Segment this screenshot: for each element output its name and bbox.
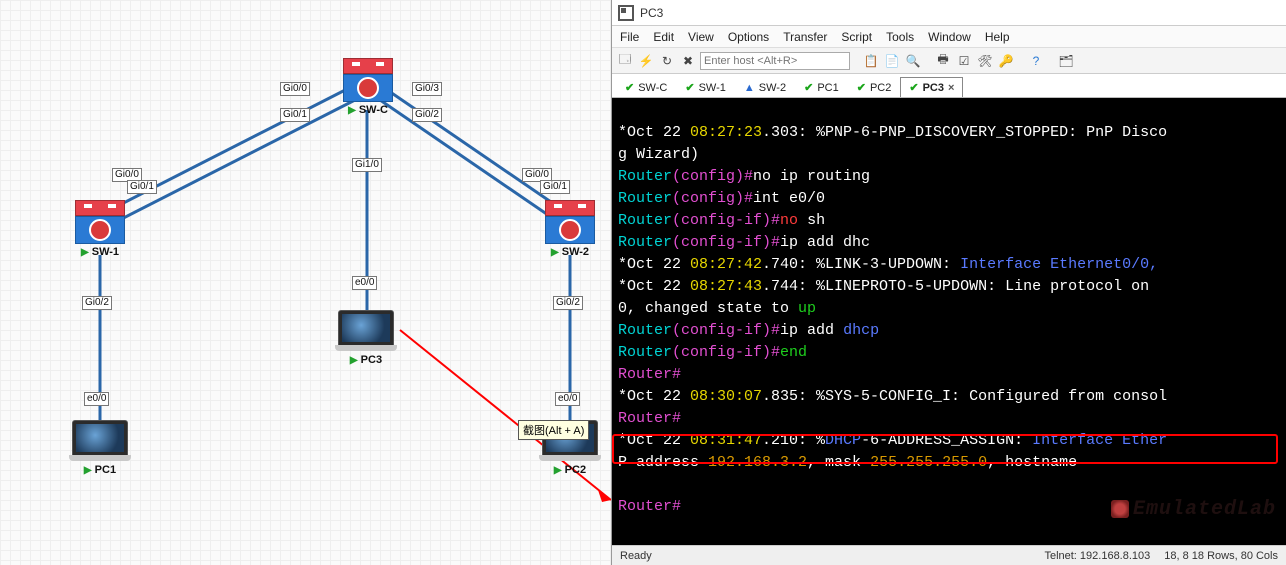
securecrt-window: PC3 File Edit View Options Transfer Scri… (612, 0, 1286, 565)
tab-pc3[interactable]: ✔PC3 × (900, 77, 963, 97)
node-label: PC1 (95, 464, 116, 476)
status-warn-icon: ▲ (744, 82, 755, 94)
help-icon[interactable]: ? (1027, 52, 1045, 70)
disconnect-icon[interactable]: ✖ (679, 52, 697, 70)
iface-label: Gi0/1 (280, 108, 310, 122)
iface-label: Gi0/0 (280, 82, 310, 96)
node-label: SW-1 (92, 246, 119, 258)
iface-label: Gi0/3 (412, 82, 442, 96)
status-ready: Ready (620, 550, 652, 562)
menu-help[interactable]: Help (985, 30, 1010, 44)
print-icon[interactable]: 🖶 (934, 52, 952, 70)
topology-canvas[interactable]: ▶ SW-C ▶ SW-1 ▶ SW-2 ▶ PC3 ▶ PC1 ▶ PC2 G… (0, 0, 612, 565)
iface-label: Gi0/1 (127, 180, 157, 194)
tab-pc1[interactable]: ✔PC1 (795, 77, 848, 97)
tab-sw-2[interactable]: ▲SW-2 (735, 78, 795, 97)
node-sw-c[interactable]: ▶ SW-C (340, 58, 396, 116)
iface-label: e0/0 (84, 392, 109, 406)
screenshot-tooltip: 截图(Alt + A) (518, 420, 589, 440)
iface-label: e0/0 (352, 276, 377, 290)
key-icon[interactable]: 🔑 (997, 52, 1015, 70)
node-pc1[interactable]: ▶ PC1 (72, 420, 128, 476)
menubar[interactable]: File Edit View Options Transfer Script T… (612, 26, 1286, 48)
node-sw-2[interactable]: ▶ SW-2 (542, 200, 598, 258)
status-connection: Telnet: 192.168.8.103 (1044, 550, 1150, 562)
watermark: EmulatedLab (1111, 499, 1276, 521)
toolbar: 🗔 ⚡ ↻ ✖ 📋 📄 🔍 🖶 ☑ 🛠 🔑 ? 🗂 (612, 48, 1286, 74)
menu-view[interactable]: View (688, 30, 714, 44)
tabbar: ✔SW-C ✔SW-1 ▲SW-2 ✔PC1 ✔PC2 ✔PC3 × (612, 74, 1286, 98)
status-ok-icon: ✔ (625, 81, 634, 94)
quick-connect-icon[interactable]: ⚡ (637, 52, 655, 70)
host-input[interactable] (700, 52, 850, 70)
window-title: PC3 (640, 6, 663, 20)
tab-pc2[interactable]: ✔PC2 (848, 77, 901, 97)
menu-options[interactable]: Options (728, 30, 769, 44)
node-label: PC3 (361, 354, 382, 366)
paste-icon[interactable]: 📄 (883, 52, 901, 70)
iface-label: e0/0 (555, 392, 580, 406)
window-titlebar[interactable]: PC3 (612, 0, 1286, 26)
iface-label: Gi1/0 (352, 158, 382, 172)
connect-icon[interactable]: 🗔 (616, 52, 634, 70)
status-position: 18, 8 18 Rows, 80 Cols (1164, 550, 1278, 562)
statusbar: Ready Telnet: 192.168.8.103 18, 8 18 Row… (612, 545, 1286, 565)
find-icon[interactable]: 🔍 (904, 52, 922, 70)
node-pc3[interactable]: ▶ PC3 (338, 310, 394, 366)
terminal[interactable]: *Oct 22 08:27:23.303: %PNP-6-PNP_DISCOVE… (612, 98, 1286, 545)
options-icon[interactable]: ☑ (955, 52, 973, 70)
status-ok-icon: ✔ (804, 81, 813, 94)
app-icon (618, 5, 634, 21)
menu-file[interactable]: File (620, 30, 639, 44)
status-ok-icon: ✔ (685, 81, 694, 94)
node-label: SW-2 (562, 246, 589, 258)
session-icon[interactable]: 🗂 (1057, 52, 1075, 70)
tools-icon[interactable]: 🛠 (976, 52, 994, 70)
menu-script[interactable]: Script (841, 30, 872, 44)
tab-sw-c[interactable]: ✔SW-C (616, 77, 676, 97)
menu-window[interactable]: Window (928, 30, 971, 44)
menu-tools[interactable]: Tools (886, 30, 914, 44)
node-sw-1[interactable]: ▶ SW-1 (72, 200, 128, 258)
iface-label: Gi0/1 (540, 180, 570, 194)
tab-sw-1[interactable]: ✔SW-1 (676, 77, 735, 97)
node-label: PC2 (565, 464, 586, 476)
status-ok-icon: ✔ (857, 81, 866, 94)
close-icon[interactable]: × (948, 82, 954, 94)
reconnect-icon[interactable]: ↻ (658, 52, 676, 70)
iface-label: Gi0/2 (412, 108, 442, 122)
menu-transfer[interactable]: Transfer (783, 30, 827, 44)
menu-edit[interactable]: Edit (653, 30, 674, 44)
iface-label: Gi0/2 (553, 296, 583, 310)
iface-label: Gi0/2 (82, 296, 112, 310)
copy-icon[interactable]: 📋 (862, 52, 880, 70)
status-ok-icon: ✔ (909, 81, 918, 94)
node-label: SW-C (359, 104, 388, 116)
